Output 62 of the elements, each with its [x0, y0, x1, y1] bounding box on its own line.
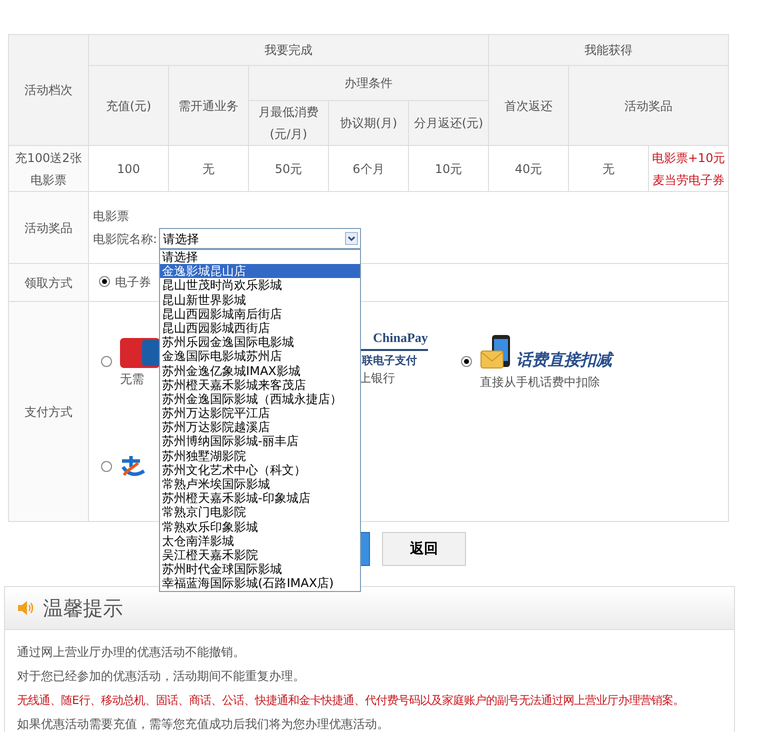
- tip-text: 如果优惠活动需要充值，需等您充值成功后我们将为您办理优惠活动。: [17, 716, 389, 732]
- logo-text: 联电子支付: [362, 354, 417, 366]
- bank-card-logo: [120, 338, 160, 368]
- column-header: 活动奖品: [568, 66, 729, 146]
- dropdown-option[interactable]: 昆山西园影城南后街店: [160, 306, 360, 321]
- dropdown-option[interactable]: 常熟卢米埃国际影城: [160, 477, 360, 492]
- field-label: 电影院名称:: [93, 230, 158, 248]
- column-header: 首次返还: [488, 66, 569, 146]
- dropdown-option[interactable]: 苏州橙天嘉禾影城-印象城店: [160, 491, 360, 506]
- dropdown-option[interactable]: 苏州文化艺术中心（科文）: [160, 462, 360, 477]
- dropdown-option[interactable]: 幸福蓝海国际影城(石路IMAX店): [160, 576, 360, 590]
- column-group-header: 我能获得: [488, 34, 729, 66]
- dropdown-option[interactable]: 苏州独墅湖影院: [160, 448, 360, 463]
- dropdown-option[interactable]: 金逸影城昆山店: [160, 264, 360, 278]
- row-label: 活动奖品: [8, 192, 88, 264]
- caret-icon: [345, 232, 358, 245]
- tip-text: 对于您已经参加的优惠活动，活动期间不能重复办理。: [17, 668, 305, 685]
- row-label: 领取方式: [8, 264, 88, 302]
- row-label: 支付方式: [8, 302, 88, 522]
- payment-caption: 无需: [120, 372, 144, 386]
- back-button[interactable]: 返回: [382, 532, 466, 566]
- payment-logo: [120, 454, 146, 478]
- prize-name: 电影票: [92, 208, 130, 224]
- radio-button[interactable]: [99, 276, 110, 288]
- dropdown-option[interactable]: 苏州乐园金逸国际电影城: [160, 335, 360, 350]
- column-header: 分月返还(元): [408, 100, 489, 146]
- table-cell: 充100送2张电影票: [8, 146, 88, 192]
- tips-title: 温馨提示: [43, 594, 123, 622]
- tip-text: 无线通、随E行、移动总机、固话、商话、公话、快捷通和金卡快捷通、代付费号码以及家庭账户的副号无法通过网上营业厅办理营销案。: [17, 692, 684, 709]
- column-group-header: 办理条件: [248, 66, 489, 100]
- column-header: 需开通业务: [168, 66, 248, 146]
- column-header: 充值(元): [88, 66, 168, 146]
- radio-button[interactable]: [101, 461, 112, 472]
- dropdown-option[interactable]: 常熟欢乐印象影城: [160, 520, 360, 534]
- logo-text: ChinaPay: [359, 326, 428, 350]
- payment-caption: 直接从手机话费中扣除: [480, 374, 600, 388]
- dropdown-option[interactable]: 昆山西园影城西街店: [160, 320, 360, 336]
- dropdown-option[interactable]: 昆山新世界影城: [160, 292, 360, 307]
- option-label: 电子券: [115, 274, 151, 291]
- column-header: 月最低消费(元/月): [248, 100, 328, 146]
- cinema-select[interactable]: 请选择: [159, 228, 362, 249]
- dropdown-option[interactable]: 苏州时代金球国际影城: [160, 562, 360, 576]
- dropdown-option[interactable]: 昆山世茂时尚欢乐影城: [160, 278, 360, 293]
- column-group-header: 我要完成: [88, 34, 489, 66]
- dropdown-option[interactable]: 苏州金逸国际影城（西城永捷店）: [160, 392, 360, 406]
- dropdown-option[interactable]: 苏州万达影院平江店: [160, 406, 360, 420]
- tip-text: 通过网上营业厅办理的优惠活动不能撤销。: [17, 644, 245, 661]
- dropdown-option[interactable]: 吴江橙天嘉禾影院: [160, 548, 360, 562]
- speaker-icon: [17, 600, 35, 616]
- dropdown-option[interactable]: 苏州万达影院越溪店: [160, 420, 360, 434]
- radio-button[interactable]: [101, 356, 112, 367]
- dropdown-option[interactable]: 苏州金逸亿象城IMAX影城: [160, 364, 360, 378]
- dropdown-option[interactable]: 苏州博纳国际影城-丽丰店: [160, 434, 360, 449]
- column-header: 协议期(月): [328, 100, 408, 146]
- payment-title: 话费直接扣减: [516, 348, 612, 370]
- dropdown-option[interactable]: 常熟京门电影院: [160, 505, 360, 520]
- column-header: 活动档次: [8, 34, 88, 146]
- radio-button[interactable]: [461, 356, 472, 367]
- dropdown-option[interactable]: 金逸国际电影城苏州店: [160, 349, 360, 364]
- dropdown-option[interactable]: 苏州橙天嘉禾影城来客茂店: [160, 378, 360, 392]
- dropdown-option[interactable]: 请选择: [160, 250, 360, 264]
- dropdown-option[interactable]: 太仓南洋影城: [160, 534, 360, 548]
